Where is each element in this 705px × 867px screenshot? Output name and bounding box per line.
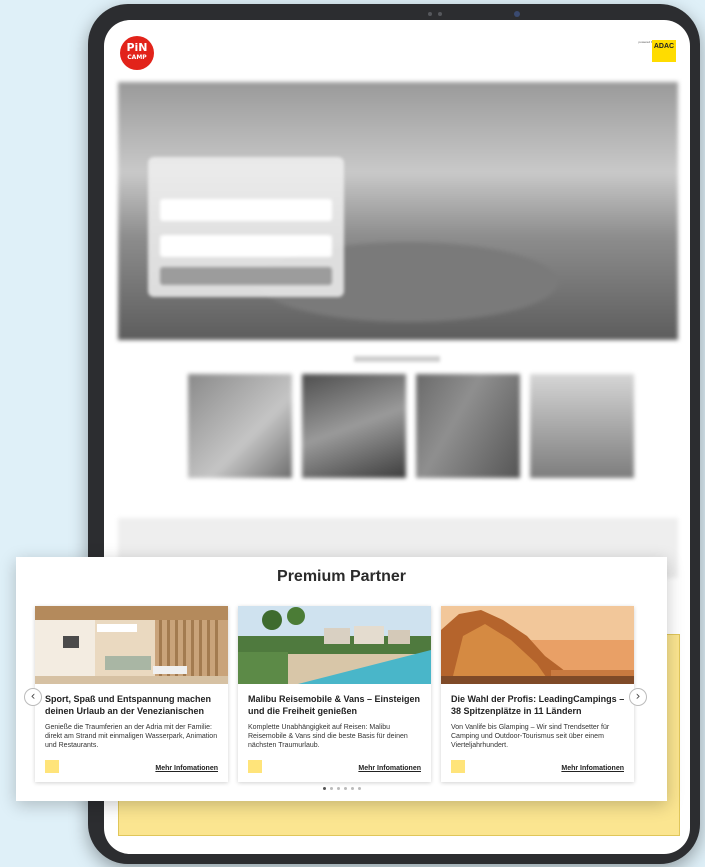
carousel-dot[interactable] [350, 787, 354, 790]
partner-card-title[interactable]: Sport, Spaß und Entspannung machen deine… [45, 693, 223, 717]
premium-partner-carousel: Premium Partner Sport, Spaß und Entspann… [16, 557, 667, 801]
partner-card-title[interactable]: Malibu Reisemobile & Vans – Einsteigen u… [248, 693, 426, 717]
site-header: PiN CAMP powered by ADAC [104, 20, 690, 80]
partner-card-title[interactable]: Die Wahl der Profis: LeadingCampings – 3… [451, 693, 629, 717]
destination-thumb-blurred [188, 374, 292, 478]
carousel-dot[interactable] [329, 787, 333, 790]
partner-card[interactable]: Sport, Spaß und Entspannung machen deine… [35, 606, 228, 782]
carousel-pagination [16, 787, 667, 790]
logo-subtext: CAMP [127, 54, 147, 61]
more-info-link[interactable]: Mehr Infomationen [155, 765, 218, 772]
section-heading-blurred [354, 356, 440, 362]
search-field-blurred [160, 199, 332, 221]
partner-badge-icon [45, 760, 59, 773]
destination-thumb-blurred [530, 374, 634, 478]
partner-card-text: Komplette Unabhängigkeit auf Reisen: Mal… [248, 724, 408, 749]
partner-card[interactable]: Malibu Reisemobile & Vans – Einsteigen u… [238, 606, 431, 782]
partner-card-image [441, 606, 634, 684]
partner-card-text: Von Vanlife bis Glamping – Wir sind Tren… [451, 724, 610, 749]
camera-dot [438, 12, 442, 16]
destination-thumb-blurred [302, 374, 406, 478]
search-panel-blurred [148, 157, 344, 297]
carousel-dot[interactable] [357, 787, 361, 790]
carousel-dot[interactable] [343, 787, 347, 790]
more-info-link[interactable]: Mehr Infomationen [561, 765, 624, 772]
premium-partner-title: Premium Partner [277, 568, 406, 585]
partner-badge-icon [248, 760, 262, 773]
chevron-right-icon[interactable]: › [629, 688, 647, 706]
destination-thumb-blurred [416, 374, 520, 478]
adac-logo[interactable]: ADAC [652, 40, 676, 62]
partner-card-text: Genieße die Traumferien an der Adria mit… [45, 724, 218, 749]
pincamp-logo[interactable]: PiN CAMP [120, 36, 154, 70]
partner-badge-icon [451, 760, 465, 773]
partner-card-image [35, 606, 228, 684]
date-field-blurred [160, 235, 332, 257]
chevron-left-icon[interactable]: ‹ [24, 688, 42, 706]
camera-dot [428, 12, 432, 16]
more-info-link[interactable]: Mehr Infomationen [358, 765, 421, 772]
partner-card-image [238, 606, 431, 684]
carousel-dot[interactable] [322, 787, 326, 790]
carousel-dot[interactable] [336, 787, 340, 790]
logo-text: PiN [126, 41, 148, 54]
front-camera [514, 11, 520, 17]
search-button-blurred [160, 267, 332, 285]
partner-card[interactable]: Die Wahl der Profis: LeadingCampings – 3… [441, 606, 634, 782]
